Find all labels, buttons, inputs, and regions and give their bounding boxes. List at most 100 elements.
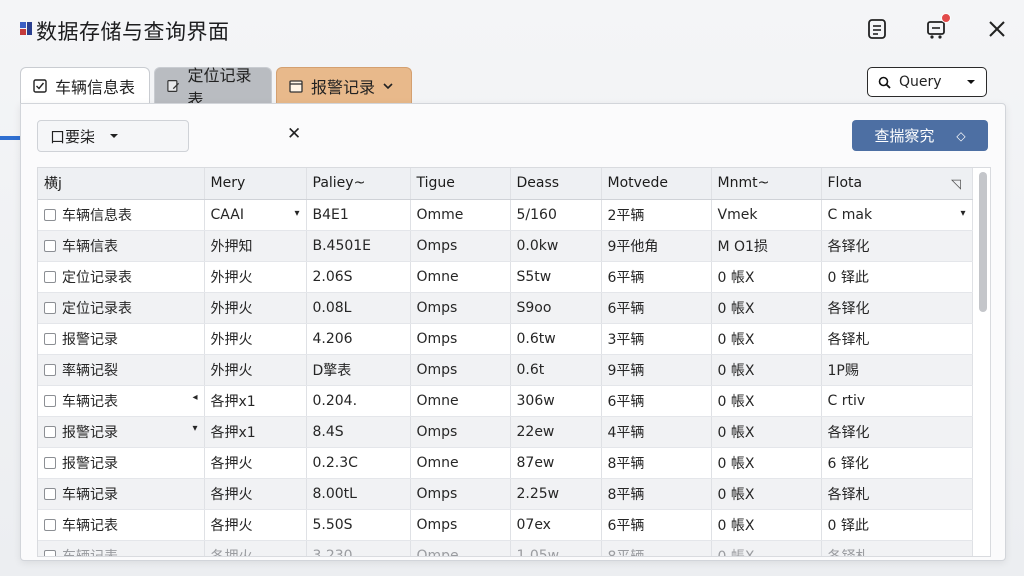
table-row[interactable]: 率辆记裂 外押火 D擎表 Omps 0.6t 9平辆 0 帳X 1P赐 [38,354,973,386]
cell-text: Omps [416,361,458,378]
table-cell: 率辆记裂 [38,354,205,386]
column-header[interactable]: Motvede [601,168,712,200]
cell-text: 各铎化 [827,238,870,255]
tab-vehicle-info[interactable]: 车辆信息表 [20,67,150,104]
table-cell: 各押x1 [204,416,307,448]
row-checkbox[interactable] [44,239,56,252]
table-cell: 车辆信息表 [38,199,205,231]
table-cell: Omps [410,323,511,355]
column-header[interactable]: Tigue [410,168,511,200]
filter-select[interactable]: 口要柒 [37,120,189,152]
column-header[interactable]: Paliey~ [306,168,411,200]
close-icon[interactable] [984,16,1010,42]
vertical-scrollbar[interactable] [979,172,987,312]
cell-text: M O1损 [717,238,768,255]
cell-text: 0 帳X [717,331,755,348]
row-checkbox[interactable] [44,425,56,438]
cell-text: 定位记录表 [62,300,132,317]
cell-text: 6平辆 [607,300,645,317]
table-cell: Omps [410,509,511,541]
table-row[interactable]: 报警记录 外押火 4.206 Omps 0.6tw 3平辆 0 帳X 各铎札 [38,323,973,355]
table-cell: 外押知 [204,230,307,262]
table-row[interactable]: 报警记录 各押火 0.2.3C Omne 87ew 8平辆 0 帳X 6 铎化 [38,447,973,479]
table-cell: 定位记录表 [38,261,205,293]
table-cell: Omne [410,261,511,293]
table-row[interactable]: 车辆记录 各押火 8.00tL Omps 2.25w 8平辆 0 帳X 各铎札 [38,478,973,510]
row-checkbox[interactable] [44,270,56,283]
table-row[interactable]: 定位记录表 外押火 2.06S Omne S5tw 6平辆 0 帳X 0 铎此 [38,261,973,293]
cell-text: B.4501E [312,237,372,254]
column-header[interactable]: 横j [38,168,205,200]
row-checkbox[interactable] [44,518,56,531]
cell-text: 1P赐 [827,362,859,379]
table-row[interactable]: 车辆信表 外押知 B.4501E Omps 0.0kw 9平他角 M O1损 各铎化 [38,230,973,262]
row-dropdown-icon[interactable]: ▾ [192,423,197,434]
query-dropdown[interactable]: Query [867,67,987,97]
cell-text: Ompe [416,547,459,557]
cart-notification-icon[interactable] [923,13,951,42]
table-cell: 各押火 [204,509,307,541]
caret-down-icon [967,80,975,84]
calendar-icon [289,80,303,93]
table-row[interactable]: 报警记录 ▾ 各押x1 8.4S Omps 22ew 4平辆 0 帳X 各铎化 [38,416,973,448]
column-header[interactable]: Mnmt~ [711,168,822,200]
row-dropdown-icon[interactable]: ▾ [294,208,299,219]
column-header[interactable]: Flota [821,168,973,200]
table-row[interactable]: 车辆记表 各押火 5.50S Omps 07ex 6平辆 0 帳X 0 铎此 [38,509,973,541]
cell-text: Omne [416,268,459,285]
row-checkbox[interactable] [44,332,56,345]
table-cell: 0 铎此 [821,509,973,541]
column-header[interactable]: Deass [510,168,602,200]
row-checkbox[interactable] [44,301,56,314]
table-row[interactable]: 车辆记表 各押火 3.230 Ompe 1.05w 8平辆 0 帳X 各铎札 [38,540,973,557]
cell-text: Omps [416,485,458,502]
cell-text: 0 帳X [717,517,755,534]
table-cell: 外押火 [204,292,307,324]
cell-text: 各铎札 [827,486,870,503]
table-cell: 6 铎化 [821,447,973,479]
table-cell: Omps [410,354,511,386]
row-dropdown-icon[interactable]: ◂ [192,392,197,403]
table-cell: 8.4S [306,416,411,448]
table-cell: 2.25w [510,478,602,510]
clear-filter-icon[interactable]: ✕ [287,124,301,144]
cell-text: 0 帳X [717,455,755,472]
table-cell: 各押x1 [204,385,307,417]
table-cell: 9平辆 [601,354,712,386]
row-checkbox[interactable] [44,487,56,500]
cell-text: CAAI [210,206,244,223]
resize-handle-icon[interactable]: ◹ [951,177,961,192]
table-cell: 8平辆 [601,478,712,510]
row-dropdown-icon[interactable]: ▾ [960,208,965,219]
table-cell: 0 帳X [711,478,822,510]
table-cell: 8平辆 [601,447,712,479]
table-cell: 0.204. [306,385,411,417]
cell-text: 0.08L [312,299,352,316]
table-row[interactable]: 定位记录表 外押火 0.08L Omps S9oo 6平辆 0 帳X 各铎化 [38,292,973,324]
row-checkbox[interactable] [44,394,56,407]
table-cell: 0 帳X [711,261,822,293]
table-cell: 报警记录 ▾ [38,416,205,448]
table-row[interactable]: 车辆记表 ◂ 各押x1 0.204. Omne 306w 6平辆 0 帳X C rtiv [38,385,973,417]
table-cell: CAAI ▾ [204,199,307,231]
row-checkbox[interactable] [44,363,56,376]
cell-text: S9oo [516,299,552,316]
notification-badge [941,13,951,23]
row-checkbox[interactable] [44,456,56,469]
column-header[interactable]: Mery [204,168,307,200]
table-cell: 4平辆 [601,416,712,448]
search-button[interactable]: 查揣察究 ◇ [852,120,988,151]
table-cell: 6平辆 [601,261,712,293]
cell-text: 报警记录 [62,424,118,441]
document-icon[interactable] [864,16,890,42]
cell-text: 2.25w [516,485,560,502]
cell-text: 8.4S [312,423,344,440]
row-checkbox[interactable] [44,208,56,221]
tab-location-records[interactable]: 定位记录表 [154,66,272,109]
row-checkbox[interactable] [44,549,56,556]
cell-text: Omps [416,237,458,254]
tab-alarm-records[interactable]: 报警记录 [276,67,412,104]
table-row[interactable]: 车辆信息表 CAAI ▾ B4E1 Omme 5/160 2平辆 Vmek C mak ▾ [38,199,973,231]
cell-text: 各押火 [210,548,253,557]
table-cell: 306w [510,385,602,417]
